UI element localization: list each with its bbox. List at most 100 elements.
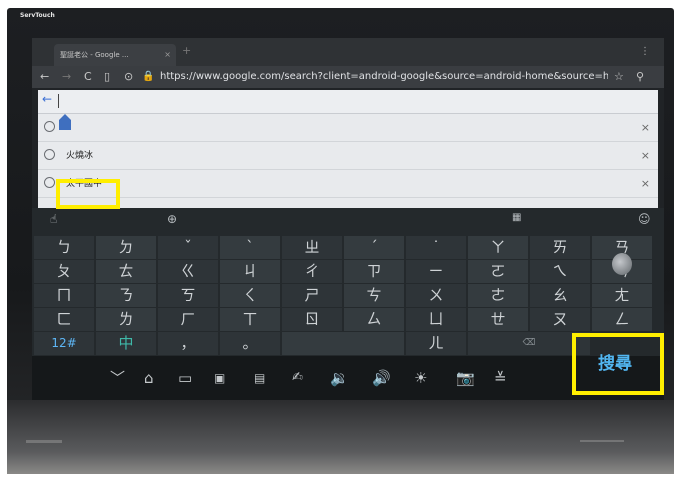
tab-title: 聖誕老公 - Google ... bbox=[60, 51, 129, 59]
keyboard-key[interactable]: ㄍ bbox=[158, 260, 218, 283]
keyboard-key[interactable]: ㄨ bbox=[406, 284, 466, 307]
keyboard-key[interactable]: ㄝ bbox=[468, 308, 528, 331]
keyboard-layout-icon[interactable]: ▦ bbox=[512, 212, 521, 223]
keyboard-key[interactable]: ㄟ bbox=[530, 260, 590, 283]
er-key[interactable]: ㄦ bbox=[406, 332, 466, 355]
handwriting-icon[interactable]: ☝ bbox=[50, 212, 57, 226]
keyboard-key[interactable]: ㄖ bbox=[282, 308, 342, 331]
keyboard-key[interactable]: ㄤ bbox=[592, 284, 652, 307]
keyboard-key[interactable]: ㄔ bbox=[282, 260, 342, 283]
menu-icon[interactable]: ⋮ bbox=[640, 46, 650, 57]
keyboard-key[interactable]: ˋ bbox=[220, 236, 280, 259]
omnibox-input[interactable]: ← bbox=[38, 90, 658, 114]
search-icon[interactable]: ⚲ bbox=[636, 69, 644, 85]
remove-suggestion-icon[interactable]: × bbox=[641, 177, 650, 190]
keyboard-key[interactable]: ㄇ bbox=[34, 284, 94, 307]
keyboard-key[interactable]: ˇ bbox=[158, 236, 218, 259]
new-tab-icon[interactable]: + bbox=[182, 44, 191, 57]
suggestion-item[interactable]: × bbox=[38, 114, 658, 142]
lock-icon: 🔒 bbox=[142, 71, 155, 82]
keyboard-key[interactable]: ㄓ bbox=[282, 236, 342, 259]
suggestion-label: 火燒冰 bbox=[66, 151, 94, 161]
system-nav-bar: ﹀ ⌂ ▭ ▣ ▤ ✍ 🔉 🔊 ☀ 📷 ≚ bbox=[32, 356, 664, 403]
collapse-icon[interactable]: ≚ bbox=[494, 368, 507, 388]
screen-icon[interactable]: ▣ bbox=[214, 368, 225, 388]
bezel-label bbox=[26, 440, 62, 443]
search-key-label: 搜尋 bbox=[598, 354, 632, 374]
globe-icon[interactable]: ⊕ bbox=[167, 212, 177, 226]
brightness-icon[interactable]: ☀ bbox=[414, 368, 427, 388]
emoji-icon[interactable]: ☺ bbox=[638, 212, 651, 226]
volume-down-icon[interactable]: 🔉 bbox=[330, 368, 349, 388]
history-icon bbox=[44, 149, 55, 160]
keyboard-key[interactable]: ㄥ bbox=[592, 308, 652, 331]
browser-tab[interactable]: 聖誕老公 - Google ... × bbox=[54, 44, 176, 66]
hide-keyboard-icon[interactable]: ﹀ bbox=[110, 368, 125, 388]
address-bar[interactable]: https://www.google.com/search?client=and… bbox=[160, 69, 608, 85]
highlight-box-suggestion bbox=[56, 179, 120, 209]
language-key[interactable]: 中 bbox=[96, 332, 156, 355]
camera-icon[interactable]: 📷 bbox=[456, 368, 475, 388]
text-cursor bbox=[58, 94, 59, 108]
keyboard-key[interactable]: ㄕ bbox=[282, 284, 342, 307]
omnibox-back-icon[interactable]: ← bbox=[42, 92, 52, 106]
keyboard-key[interactable]: ㄚ bbox=[468, 236, 528, 259]
keyboard-key[interactable]: ㄛ bbox=[468, 260, 528, 283]
keyboard-key[interactable]: ㄈ bbox=[34, 308, 94, 331]
suggestion-item[interactable]: 太平國中 × bbox=[38, 170, 658, 198]
history-icon bbox=[44, 177, 55, 188]
brand-logo: ServTouch bbox=[20, 12, 55, 19]
space-key[interactable] bbox=[282, 332, 404, 355]
settings-icon[interactable]: ⊙ bbox=[124, 69, 133, 85]
keyboard-key[interactable]: ㄡ bbox=[530, 308, 590, 331]
url-toolbar: ← → C ▯ ⊙ 🔒 https://www.google.com/searc… bbox=[32, 66, 664, 88]
screen: 聖誕老公 - Google ... × + ⋮ ← → C ▯ ⊙ 🔒 http… bbox=[32, 38, 664, 403]
keyboard-key[interactable]: ㄜ bbox=[468, 284, 528, 307]
recents-icon[interactable]: ▭ bbox=[178, 368, 192, 388]
keyboard-key[interactable]: ㄠ bbox=[530, 284, 590, 307]
remove-suggestion-icon[interactable]: × bbox=[641, 121, 650, 134]
keyboard-key[interactable]: ˙ bbox=[406, 236, 466, 259]
keyboard-key[interactable]: ㄘ bbox=[344, 284, 404, 307]
keyboard-key[interactable]: ㄉ bbox=[96, 236, 156, 259]
keyboard-key[interactable]: ㄏ bbox=[158, 308, 218, 331]
tab-strip: 聖誕老公 - Google ... × + ⋮ bbox=[32, 38, 664, 66]
volume-up-icon[interactable]: 🔊 bbox=[372, 368, 391, 388]
remove-suggestion-icon[interactable]: × bbox=[641, 149, 650, 162]
keyboard-key[interactable]: ˊ bbox=[344, 236, 404, 259]
suggestion-item[interactable]: 火燒冰 × bbox=[38, 142, 658, 170]
keyboard-key[interactable]: ㄩ bbox=[406, 308, 466, 331]
tab-close-icon[interactable]: × bbox=[164, 44, 171, 66]
keyboard-key[interactable]: ㄎ bbox=[158, 284, 218, 307]
forward-icon[interactable]: → bbox=[62, 69, 71, 85]
annotate-icon[interactable]: ✍ bbox=[292, 368, 303, 388]
keyboard-key[interactable]: ㄒ bbox=[220, 308, 280, 331]
period-key[interactable]: 。 bbox=[220, 332, 280, 355]
symbols-key[interactable]: 12# bbox=[34, 332, 94, 355]
back-icon[interactable]: ← bbox=[40, 69, 49, 85]
keyboard-key[interactable]: ㄋ bbox=[96, 284, 156, 307]
keyboard-key[interactable]: ㄆ bbox=[34, 260, 94, 283]
reload-icon[interactable]: C bbox=[84, 69, 92, 85]
keyboard-key[interactable]: ㄙ bbox=[344, 308, 404, 331]
bookmark-icon[interactable]: ▯ bbox=[104, 69, 110, 85]
history-icon bbox=[44, 121, 55, 132]
keyboard-key[interactable]: ㄗ bbox=[344, 260, 404, 283]
suggestions-panel: ← × 火燒冰 × 太平國中 × bbox=[38, 90, 658, 208]
on-screen-keyboard: ☝ ⊕ ▦ ☺ ㄅㄉˇˋㄓˊ˙ㄚㄞㄢㄆㄊㄍㄐㄔㄗㄧㄛㄟㄣㄇㄋㄎㄑㄕㄘㄨㄜㄠㄤㄈㄌ… bbox=[32, 208, 664, 356]
star-icon[interactable]: ☆ bbox=[614, 69, 624, 85]
touch-point bbox=[612, 253, 632, 275]
keyboard-toolbar: ☝ ⊕ ▦ ☺ bbox=[32, 208, 664, 234]
keyboard-key[interactable]: ㄞ bbox=[530, 236, 590, 259]
keyboard-key[interactable]: ㄌ bbox=[96, 308, 156, 331]
whiteboard-icon[interactable]: ▤ bbox=[254, 368, 265, 388]
keyboard-key[interactable]: ㄐ bbox=[220, 260, 280, 283]
keyboard-key[interactable]: ㄊ bbox=[96, 260, 156, 283]
keyboard-key[interactable]: ㄑ bbox=[220, 284, 280, 307]
keyboard-key[interactable]: ㄧ bbox=[406, 260, 466, 283]
bezel-sensor bbox=[580, 440, 624, 442]
monitor-bezel bbox=[7, 400, 674, 474]
keyboard-key[interactable]: ㄅ bbox=[34, 236, 94, 259]
comma-key[interactable]: ， bbox=[158, 332, 218, 355]
home-icon[interactable]: ⌂ bbox=[144, 368, 154, 388]
